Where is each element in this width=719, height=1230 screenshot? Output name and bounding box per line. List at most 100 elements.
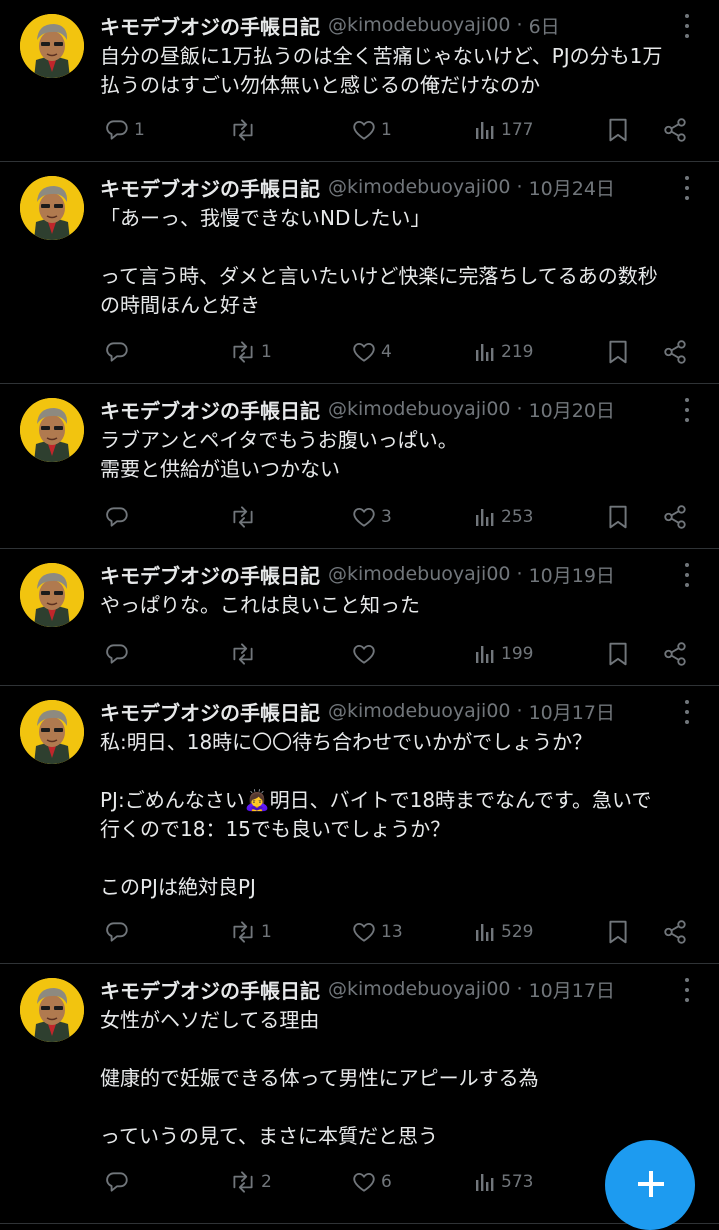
more-icon[interactable] xyxy=(677,563,697,587)
share-button[interactable] xyxy=(662,504,688,530)
retweet-button[interactable]: 1 xyxy=(229,339,351,365)
like-button[interactable] xyxy=(351,641,473,667)
like-button[interactable]: 13 xyxy=(351,919,473,945)
share-icon xyxy=(662,339,688,365)
views-icon xyxy=(473,118,497,142)
tweet[interactable]: キモデブオジの手帳日記 @kimodebuoyaji00 · 10月19日 やっ… xyxy=(0,549,719,686)
user-handle[interactable]: @kimodebuoyaji00 xyxy=(328,978,511,1000)
reply-icon xyxy=(104,919,130,945)
reply-button[interactable] xyxy=(104,339,229,365)
like-count: 6 xyxy=(381,1172,392,1192)
share-icon xyxy=(662,117,688,143)
reply-button[interactable] xyxy=(104,641,229,667)
retweet-icon xyxy=(229,1169,257,1195)
view-count: 253 xyxy=(501,507,534,527)
views-button[interactable]: 219 xyxy=(473,340,606,364)
views-button[interactable]: 573 xyxy=(473,1170,606,1194)
retweet-button[interactable]: 2 xyxy=(229,1169,351,1195)
tweet-date[interactable]: 6日 xyxy=(529,12,560,39)
avatar[interactable] xyxy=(20,14,84,78)
retweet-button[interactable] xyxy=(229,504,351,530)
tweet-header: キモデブオジの手帳日記 @kimodebuoyaji00 · 10月20日 xyxy=(100,394,679,424)
avatar[interactable] xyxy=(20,978,84,1042)
views-button[interactable]: 253 xyxy=(473,505,606,529)
avatar[interactable] xyxy=(20,176,84,240)
views-button[interactable]: 529 xyxy=(473,920,606,944)
avatar[interactable] xyxy=(20,700,84,764)
retweet-button[interactable] xyxy=(229,117,351,143)
retweet-button[interactable] xyxy=(229,641,351,667)
retweet-button[interactable]: 1 xyxy=(229,919,351,945)
tweet-text: 「あーっ、我慢できないNDしたい」 って言う時、ダメと言いたいけど快楽に完落ちして… xyxy=(100,204,703,320)
avatar[interactable] xyxy=(20,398,84,462)
tweet[interactable]: キモデブオジの手帳日記 @kimodebuoyaji00 · 10月17日 私:… xyxy=(0,686,719,964)
compose-button[interactable] xyxy=(605,1140,695,1230)
share-button[interactable] xyxy=(662,919,688,945)
reply-button[interactable] xyxy=(104,1169,229,1195)
more-icon[interactable] xyxy=(677,14,697,38)
action-bar: 3 253 xyxy=(104,503,689,531)
tweet-text-line xyxy=(100,757,703,786)
views-button[interactable]: 177 xyxy=(473,118,606,142)
heart-icon xyxy=(351,641,377,667)
like-button[interactable]: 4 xyxy=(351,339,473,365)
bookmark-button[interactable] xyxy=(606,504,662,530)
share-button[interactable] xyxy=(662,339,688,365)
more-icon[interactable] xyxy=(677,176,697,200)
tweet-text-line: っていうの見て、まさに本質だと思う xyxy=(100,1124,438,1148)
bookmark-button[interactable] xyxy=(606,117,662,143)
tweet-date[interactable]: 10月20日 xyxy=(529,396,615,423)
user-handle[interactable]: @kimodebuoyaji00 xyxy=(328,398,511,420)
user-handle[interactable]: @kimodebuoyaji00 xyxy=(328,700,511,722)
like-count: 4 xyxy=(381,342,392,362)
display-name[interactable]: キモデブオジの手帳日記 xyxy=(100,173,320,202)
tweet[interactable]: キモデブオジの手帳日記 @kimodebuoyaji00 · 6日 自分の昼飯に… xyxy=(0,0,719,162)
display-name[interactable]: キモデブオジの手帳日記 xyxy=(100,11,320,40)
tweet[interactable]: キモデブオジの手帳日記 @kimodebuoyaji00 · 10月24日 「あ… xyxy=(0,162,719,384)
reply-button[interactable] xyxy=(104,919,229,945)
heart-icon xyxy=(351,919,377,945)
display-name[interactable]: キモデブオジの手帳日記 xyxy=(100,395,320,424)
tweet[interactable]: キモデブオジの手帳日記 @kimodebuoyaji00 · 10月20日 ラブ… xyxy=(0,384,719,549)
reply-icon xyxy=(104,1169,130,1195)
more-icon[interactable] xyxy=(677,700,697,724)
avatar[interactable] xyxy=(20,563,84,627)
more-icon[interactable] xyxy=(677,398,697,422)
tweet-date[interactable]: 10月24日 xyxy=(529,174,615,201)
user-handle[interactable]: @kimodebuoyaji00 xyxy=(328,176,511,198)
separator-dot: · xyxy=(516,563,523,585)
share-button[interactable] xyxy=(662,117,688,143)
action-bar: 1 1 177 xyxy=(104,116,689,144)
retweet-icon xyxy=(229,504,257,530)
bookmark-button[interactable] xyxy=(606,641,662,667)
reply-icon xyxy=(104,504,130,530)
view-count: 199 xyxy=(501,644,534,664)
heart-icon xyxy=(351,1169,377,1195)
tweet-date[interactable]: 10月17日 xyxy=(529,698,615,725)
display-name[interactable]: キモデブオジの手帳日記 xyxy=(100,560,320,589)
like-button[interactable]: 1 xyxy=(351,117,473,143)
views-button[interactable]: 199 xyxy=(473,642,606,666)
retweet-icon xyxy=(229,117,257,143)
tweet-text-line xyxy=(100,1035,703,1064)
tweet-date[interactable]: 10月19日 xyxy=(529,561,615,588)
bookmark-button[interactable] xyxy=(606,919,662,945)
reply-button[interactable]: 1 xyxy=(104,117,229,143)
display-name[interactable]: キモデブオジの手帳日記 xyxy=(100,975,320,1004)
tweet-text: やっぱりな。これは良いこと知った xyxy=(100,591,703,620)
separator-dot: · xyxy=(516,14,523,36)
like-button[interactable]: 6 xyxy=(351,1169,473,1195)
view-count: 573 xyxy=(501,1172,534,1192)
tweet-date[interactable]: 10月17日 xyxy=(529,976,615,1003)
action-bar: 1 4 219 xyxy=(104,338,689,366)
like-button[interactable]: 3 xyxy=(351,504,473,530)
bookmark-button[interactable] xyxy=(606,339,662,365)
share-button[interactable] xyxy=(662,641,688,667)
reply-button[interactable] xyxy=(104,504,229,530)
user-handle[interactable]: @kimodebuoyaji00 xyxy=(328,563,511,585)
tweet-text-line: 行くので18：15でも良いでしょうか？ xyxy=(100,817,451,841)
user-handle[interactable]: @kimodebuoyaji00 xyxy=(328,14,511,36)
display-name[interactable]: キモデブオジの手帳日記 xyxy=(100,697,320,726)
tweet-text: 女性がヘソだしてる理由 健康的で妊娠できる体って男性にアピールする為 っていうの見て… xyxy=(100,1006,703,1151)
more-icon[interactable] xyxy=(677,978,697,1002)
